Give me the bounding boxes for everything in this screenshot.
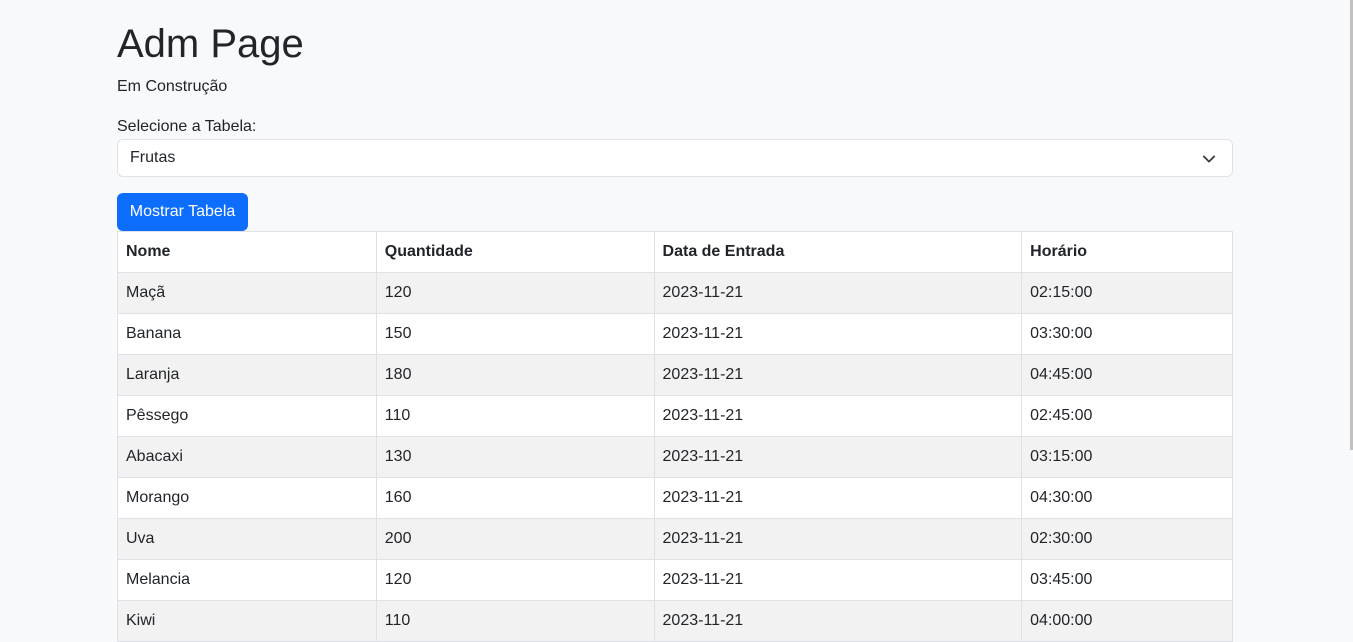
cell-nome: Kiwi	[117, 600, 377, 642]
table-row: Pêssego 110 2023-11-21 02:45:00	[117, 395, 1233, 437]
table-row: Melancia 120 2023-11-21 03:45:00	[117, 559, 1233, 601]
table-body: Maçã 120 2023-11-21 02:15:00 Banana 150 2023-1…	[117, 272, 1233, 642]
cell-quantidade: 160	[375, 477, 655, 519]
cell-data-entrada: 2023-11-21	[653, 436, 1023, 478]
page-subtitle: Em Construção	[117, 78, 228, 95]
cell-data-entrada: 2023-11-21	[653, 272, 1023, 314]
cell-horario: 02:30:00	[1021, 518, 1233, 560]
table-header-row: Nome Quantidade Data de Entrada Horário	[117, 231, 1233, 273]
cell-quantidade: 120	[375, 272, 655, 314]
cell-quantidade: 110	[375, 600, 655, 642]
cell-horario: 04:45:00	[1021, 354, 1233, 396]
cell-data-entrada: 2023-11-21	[653, 313, 1023, 355]
page-title: Adm Page	[117, 22, 304, 66]
cell-nome: Melancia	[117, 559, 377, 601]
table-row: Abacaxi 130 2023-11-21 03:15:00	[117, 436, 1233, 478]
cell-nome: Laranja	[117, 354, 377, 396]
table-row: Morango 160 2023-11-21 04:30:00	[117, 477, 1233, 519]
cell-data-entrada: 2023-11-21	[653, 518, 1023, 560]
cell-quantidade: 120	[375, 559, 655, 601]
cell-quantidade: 180	[375, 354, 655, 396]
table-row: Uva 200 2023-11-21 02:30:00	[117, 518, 1233, 560]
cell-quantidade: 200	[375, 518, 655, 560]
cell-data-entrada: 2023-11-21	[653, 395, 1023, 437]
cell-nome: Pêssego	[117, 395, 377, 437]
table-row: Banana 150 2023-11-21 03:30:00	[117, 313, 1233, 355]
cell-data-entrada: 2023-11-21	[653, 559, 1023, 601]
show-table-button[interactable]: Mostrar Tabela	[117, 193, 248, 231]
table-select-value: Frutas	[130, 149, 176, 166]
table-row: Maçã 120 2023-11-21 02:15:00	[117, 272, 1233, 314]
column-header-horario: Horário	[1021, 231, 1233, 273]
cell-quantidade: 130	[375, 436, 655, 478]
cell-horario: 04:00:00	[1021, 600, 1233, 642]
data-table: Nome Quantidade Data de Entrada Horário …	[117, 231, 1233, 642]
cell-quantidade: 110	[375, 395, 655, 437]
cell-data-entrada: 2023-11-21	[653, 477, 1023, 519]
cell-nome: Abacaxi	[117, 436, 377, 478]
column-header-quantidade: Quantidade	[375, 231, 655, 273]
table-select-label: Selecione a Tabela:	[117, 118, 257, 135]
table-row: Laranja 180 2023-11-21 04:45:00	[117, 354, 1233, 396]
cell-horario: 03:30:00	[1021, 313, 1233, 355]
column-header-data-entrada: Data de Entrada	[653, 231, 1023, 273]
cell-nome: Maçã	[117, 272, 377, 314]
table-row: Kiwi 110 2023-11-21 04:00:00	[117, 600, 1233, 642]
cell-horario: 03:45:00	[1021, 559, 1233, 601]
cell-horario: 03:15:00	[1021, 436, 1233, 478]
column-header-nome: Nome	[117, 231, 377, 273]
cell-horario: 02:15:00	[1021, 272, 1233, 314]
cell-data-entrada: 2023-11-21	[653, 354, 1023, 396]
cell-horario: 04:30:00	[1021, 477, 1233, 519]
cell-nome: Morango	[117, 477, 377, 519]
chevron-down-icon	[1202, 155, 1216, 163]
cell-horario: 02:45:00	[1021, 395, 1233, 437]
cell-nome: Uva	[117, 518, 377, 560]
cell-nome: Banana	[117, 313, 377, 355]
cell-quantidade: 150	[375, 313, 655, 355]
table-select[interactable]: Frutas	[117, 139, 1233, 177]
cell-data-entrada: 2023-11-21	[653, 600, 1023, 642]
